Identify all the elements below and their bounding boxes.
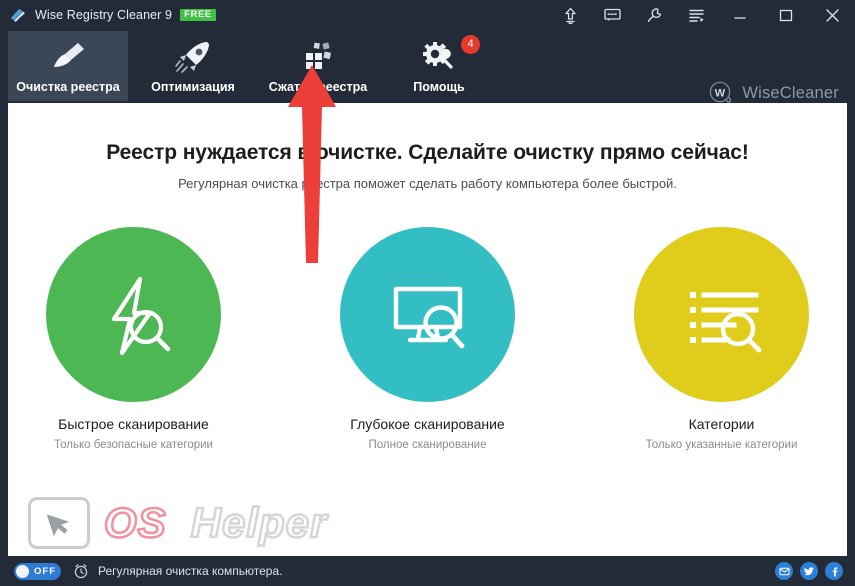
rocket-icon bbox=[174, 39, 212, 75]
tab-label: Помощь bbox=[413, 80, 465, 94]
toggle-knob bbox=[16, 564, 29, 578]
page-subtitle: Регулярная очистка реестра поможет сдела… bbox=[178, 176, 677, 191]
main-content: Реестр нуждается в очистке. Сделайте очи… bbox=[8, 103, 847, 556]
monitor-search-icon bbox=[393, 286, 464, 348]
app-icon bbox=[9, 6, 27, 24]
window-title: Wise Registry Cleaner 9 bbox=[35, 8, 173, 22]
tab-label: Очистка реестра bbox=[16, 80, 120, 94]
facebook-icon[interactable] bbox=[825, 562, 843, 580]
menu-icon[interactable] bbox=[675, 0, 717, 30]
tab-registry-cleaner[interactable]: Очистка реестра bbox=[8, 31, 128, 101]
page-title: Реестр нуждается в очистке. Сделайте очи… bbox=[106, 141, 749, 164]
option-description: Полное сканирование bbox=[368, 439, 487, 451]
option-title: Быстрое сканирование bbox=[58, 416, 209, 432]
tools-icon[interactable] bbox=[633, 0, 675, 30]
maximize-icon[interactable] bbox=[763, 0, 809, 30]
quick-scan-button[interactable] bbox=[46, 227, 221, 402]
list-search-icon bbox=[689, 291, 761, 352]
social-links bbox=[775, 562, 843, 580]
option-deep-scan[interactable]: Глубокое сканирование Полное сканировани… bbox=[338, 227, 518, 454]
free-badge: FREE bbox=[180, 8, 216, 22]
gear-wrench-icon bbox=[420, 39, 458, 75]
squares-icon bbox=[299, 39, 337, 75]
option-title: Категории bbox=[688, 416, 755, 432]
scan-options: Быстрое сканирование Только безопасные к… bbox=[8, 227, 847, 454]
status-text: Регулярная очистка компьютера. bbox=[98, 564, 283, 578]
app-window: Wise Registry Cleaner 9 FREE Очистка рее… bbox=[0, 0, 855, 586]
svg-text:W: W bbox=[715, 88, 726, 100]
twitter-icon[interactable] bbox=[800, 562, 818, 580]
alarm-clock-icon bbox=[73, 563, 89, 579]
titlebar: Wise Registry Cleaner 9 FREE bbox=[0, 0, 855, 30]
tab-registry-compression[interactable]: Сжатие реестра bbox=[258, 31, 378, 101]
feedback-icon[interactable] bbox=[591, 0, 633, 30]
option-title: Глубокое сканирование bbox=[350, 416, 505, 432]
email-icon[interactable] bbox=[775, 562, 793, 580]
option-description: Только безопасные категории bbox=[54, 439, 213, 451]
toggle-label: OFF bbox=[34, 565, 56, 577]
tab-help[interactable]: Помощь 4 bbox=[392, 31, 486, 101]
deep-scan-button[interactable] bbox=[340, 227, 515, 402]
tab-optimization[interactable]: Оптимизация bbox=[137, 31, 249, 101]
statusbar: OFF Регулярная очистка компьютера. bbox=[0, 556, 855, 586]
tabbar: Очистка реестра Оптимизация Сжатие реест… bbox=[0, 30, 855, 103]
titlebar-actions bbox=[549, 0, 855, 30]
broom-icon bbox=[48, 39, 88, 75]
upgrade-icon[interactable] bbox=[549, 0, 591, 30]
brand-name: WiseCleaner bbox=[742, 83, 839, 102]
minimize-icon[interactable] bbox=[717, 0, 763, 30]
scheduled-clean-toggle[interactable]: OFF bbox=[14, 562, 61, 580]
close-icon[interactable] bbox=[809, 0, 855, 30]
option-quick-scan[interactable]: Быстрое сканирование Только безопасные к… bbox=[44, 227, 224, 454]
help-notification-badge: 4 bbox=[461, 35, 480, 54]
tab-label: Сжатие реестра bbox=[268, 80, 368, 94]
bolt-search-icon bbox=[111, 276, 170, 355]
option-categories[interactable]: Категории Только указанные категории bbox=[632, 227, 812, 454]
tab-label: Оптимизация bbox=[151, 80, 235, 94]
option-description: Только указанные категории bbox=[645, 439, 798, 451]
categories-button[interactable] bbox=[634, 227, 809, 402]
